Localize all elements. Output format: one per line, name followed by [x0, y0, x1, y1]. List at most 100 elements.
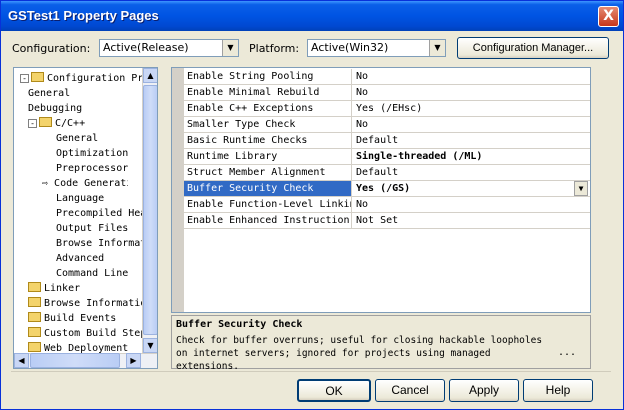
scroll-down-icon[interactable]: ▼ — [143, 338, 157, 353]
chevron-down-icon[interactable]: ▼ — [222, 40, 238, 56]
property-row[interactable]: Smaller Type Check No — [184, 117, 590, 133]
platform-value: Active(Win32) — [311, 41, 389, 54]
folder-icon — [39, 117, 52, 127]
tree-item[interactable]: Command Line — [56, 266, 142, 281]
category-tree[interactable]: - Configuration Properties General Debuggin… — [13, 67, 158, 369]
chevron-down-icon[interactable]: ▼ — [429, 40, 445, 56]
property-value-text: No — [356, 87, 369, 98]
apply-button[interactable]: Apply — [449, 379, 519, 402]
scroll-right-icon[interactable]: ▶ — [126, 353, 141, 368]
platform-combo[interactable]: Active(Win32) ▼ — [307, 39, 446, 57]
folder-icon — [28, 282, 41, 292]
description-panel: Buffer Security Check Check for buffer o… — [171, 315, 591, 372]
tree-item[interactable]: General — [28, 86, 142, 101]
tree-item[interactable]: Precompiled Headers — [56, 206, 142, 221]
tree-item[interactable]: Browse Information — [28, 296, 142, 311]
property-value[interactable]: No — [354, 197, 590, 212]
property-name: Smaller Type Check — [184, 117, 352, 132]
configuration-manager-button[interactable]: Configuration Manager... — [457, 37, 609, 59]
tree-item[interactable]: Preprocessor — [56, 161, 142, 176]
property-value-text: No — [356, 199, 369, 210]
property-row[interactable]: Enable String Pooling No — [184, 69, 590, 85]
property-value[interactable]: Single-threaded (/ML) — [354, 149, 590, 164]
grid-gutter — [172, 68, 184, 312]
description-body: Check for buffer overruns; useful for cl… — [176, 335, 543, 372]
property-name: Enable Enhanced Instruction Set — [184, 213, 352, 228]
tree-item[interactable]: Optimization — [56, 146, 142, 161]
configuration-label: Configuration: — [12, 42, 91, 55]
scroll-left-icon[interactable]: ◀ — [14, 353, 29, 368]
property-row[interactable]: Buffer Security Check Yes (/GS) ▼ — [184, 181, 590, 197]
tree-item-label: Optimization — [56, 148, 129, 159]
property-value[interactable]: Default — [354, 133, 590, 148]
property-value[interactable]: Yes (/EHsc) — [354, 101, 590, 116]
tree-vertical-scrollbar[interactable]: ▲ ▼ — [142, 68, 157, 354]
property-name: Enable C++ Exceptions — [184, 101, 352, 116]
property-name: Runtime Library — [184, 149, 352, 164]
property-value[interactable]: Default — [354, 165, 590, 180]
close-button[interactable]: X — [598, 6, 619, 27]
tree-item[interactable]: Browse Information — [56, 236, 142, 251]
tree-item-label: General — [56, 133, 99, 144]
tree-item[interactable]: Linker — [28, 281, 142, 296]
title-bar[interactable]: GSTest1 Property Pages X — [1, 1, 623, 31]
tree-horizontal-scrollbar[interactable]: ◀ ▶ — [14, 353, 157, 368]
tree-item[interactable]: - C/C++ — [28, 116, 142, 131]
property-value[interactable]: Yes (/GS) ▼ — [354, 181, 590, 196]
property-name: Basic Runtime Checks — [184, 133, 352, 148]
property-value-text: Yes (/EHsc) — [356, 103, 423, 114]
tree-item[interactable]: Build Events — [28, 311, 142, 326]
tree-item[interactable]: Language — [56, 191, 142, 206]
tree-item-label: Preprocessor — [56, 163, 129, 174]
tree-item-label: Language — [56, 193, 105, 204]
property-value-text: No — [356, 119, 369, 130]
property-pages-window: GSTest1 Property Pages X Configuration: … — [0, 0, 624, 410]
property-value[interactable]: No — [354, 85, 590, 100]
tree-item[interactable]: General — [56, 131, 142, 146]
scroll-up-icon[interactable]: ▲ — [143, 68, 157, 83]
property-value[interactable]: No — [354, 69, 590, 84]
tree-item-label: Precompiled Headers — [56, 208, 142, 219]
property-name: Struct Member Alignment — [184, 165, 352, 180]
folder-icon — [31, 72, 44, 82]
property-row[interactable]: Enable Function-Level Linking No — [184, 197, 590, 213]
collapse-icon[interactable]: - — [28, 119, 37, 128]
property-row[interactable]: Enable C++ Exceptions Yes (/EHsc) — [184, 101, 590, 117]
tree-item[interactable]: - Configuration Properties — [20, 71, 142, 86]
tree-item[interactable]: ⇨ Code Generation — [42, 176, 128, 191]
tree-item-label: General — [28, 88, 71, 99]
folder-icon — [28, 342, 41, 352]
property-value-text: Default — [356, 135, 399, 146]
property-row[interactable]: Runtime Library Single-threaded (/ML) — [184, 149, 590, 165]
tree-item-label: Advanced — [56, 253, 105, 264]
tree-item-label: Debugging — [28, 103, 83, 114]
help-button[interactable]: Help — [523, 379, 593, 402]
ok-button[interactable]: OK — [297, 379, 371, 402]
tree-item[interactable]: Advanced — [56, 251, 142, 266]
close-icon: X — [603, 8, 614, 24]
arrow-right-icon: ⇨ — [42, 178, 55, 189]
property-value[interactable]: No — [354, 117, 590, 132]
tree-item-label: Build Events — [44, 313, 117, 324]
scroll-thumb[interactable] — [30, 353, 120, 368]
property-row[interactable]: Struct Member Alignment Default — [184, 165, 590, 181]
property-grid: Enable String Pooling No Enable Minimal Re… — [171, 67, 591, 313]
tree-item-label: Custom Build Step — [44, 328, 142, 339]
configuration-combo[interactable]: Active(Release) ▼ — [99, 39, 239, 57]
cancel-button[interactable]: Cancel — [375, 379, 445, 402]
tree-item[interactable]: Debugging — [28, 101, 142, 116]
tree-item[interactable]: Custom Build Step — [28, 326, 142, 341]
divider — [11, 371, 611, 372]
chevron-down-icon[interactable]: ▼ — [574, 181, 588, 196]
property-row[interactable]: Enable Enhanced Instruction Set Not Set — [184, 213, 590, 229]
collapse-icon[interactable]: - — [20, 74, 29, 83]
scroll-thumb[interactable] — [143, 85, 157, 335]
property-row[interactable]: Enable Minimal Rebuild No — [184, 85, 590, 101]
tree-item[interactable]: Output Files — [56, 221, 142, 236]
property-value[interactable]: Not Set — [354, 213, 590, 228]
tree-item-label: Browse Information — [56, 238, 142, 249]
configuration-value: Active(Release) — [103, 41, 189, 54]
property-row[interactable]: Basic Runtime Checks Default — [184, 133, 590, 149]
folder-icon — [28, 297, 41, 307]
property-value-text: Default — [356, 167, 399, 178]
